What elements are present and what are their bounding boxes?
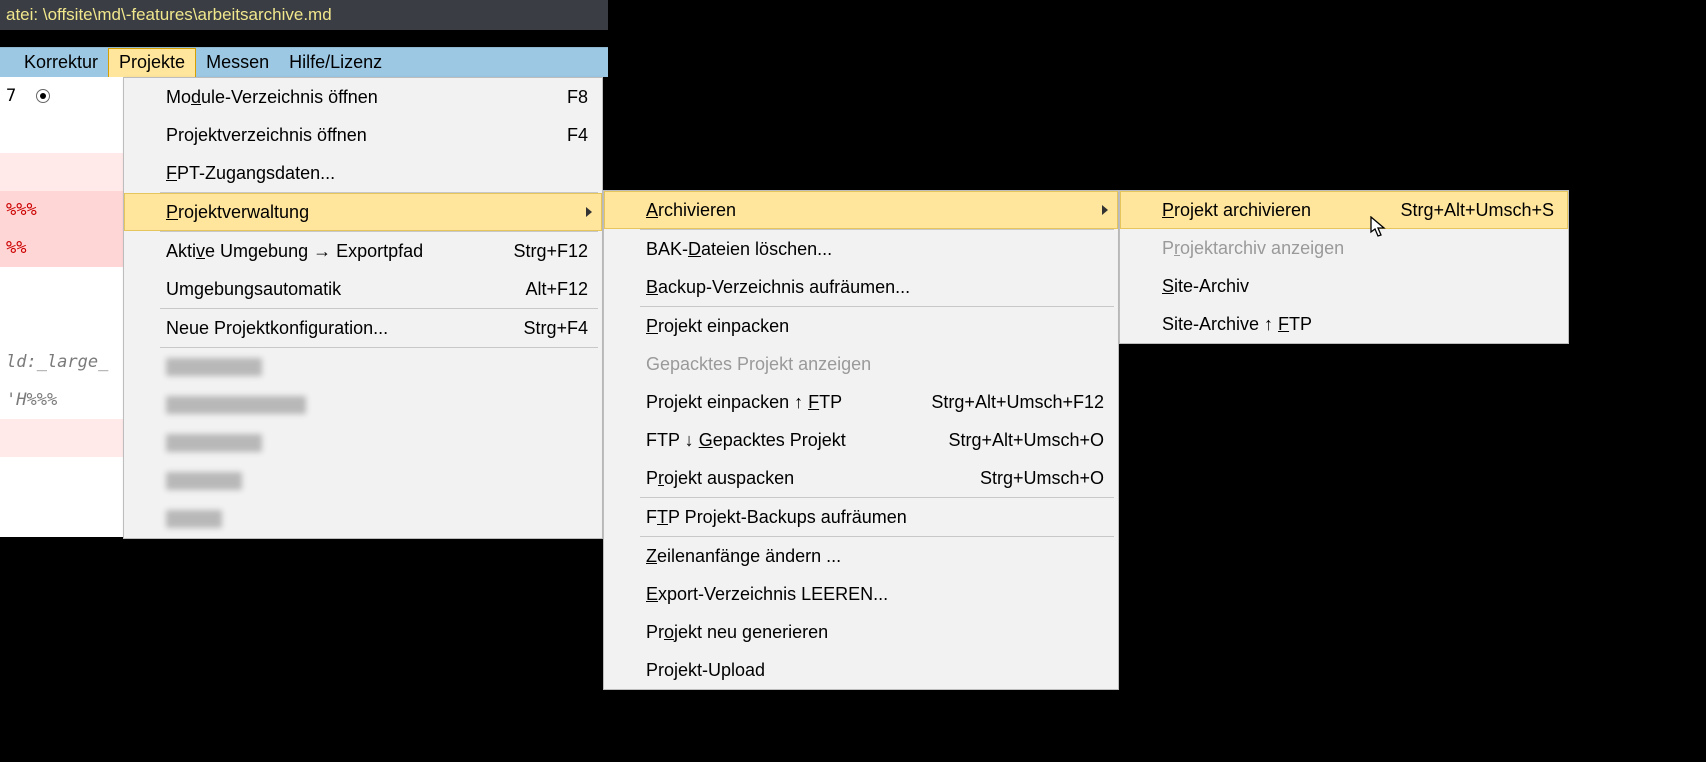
mi-umgebungsautomatik[interactable]: Umgebungsautomatik Alt+F12 <box>124 270 602 308</box>
menu-messen[interactable]: Messen <box>196 48 279 77</box>
dropdown-projektverwaltung: Archivieren BAK-Dateien löschen... Backu… <box>603 190 1119 690</box>
shortcut: F8 <box>547 87 588 108</box>
label: Projekt einpacken <box>646 316 1104 337</box>
menu-projekte[interactable]: Projekte <box>108 48 196 77</box>
label: Projekt-Upload <box>646 660 1104 681</box>
shortcut: Strg+Umsch+O <box>960 468 1104 489</box>
mi-module-verzeichnis[interactable]: Module-Verzeichnis öffnen F8 <box>124 78 602 116</box>
code-text: %%% <box>6 191 37 229</box>
label: Projekt archivieren <box>1162 200 1380 221</box>
menu-bar: Korrektur Projekte Messen Hilfe/Lizenz <box>0 47 608 77</box>
label: Projektarchiv anzeigen <box>1162 238 1554 259</box>
shortcut: F4 <box>547 125 588 146</box>
mi-zeilenanfaenge[interactable]: Zeilenanfänge ändern ... <box>604 537 1118 575</box>
mi-recent-blurred[interactable] <box>124 348 602 386</box>
shortcut: Strg+Alt+Umsch+S <box>1380 200 1554 221</box>
mi-projekt-auspacken[interactable]: Projekt auspacken Strg+Umsch+O <box>604 459 1118 497</box>
label: Archivieren <box>646 200 1104 221</box>
label: Projekt auspacken <box>646 468 960 489</box>
mi-site-archive-ftp[interactable]: Site-Archive ↑ FTP <box>1120 305 1568 343</box>
label: Projekt einpacken ↑ FTP <box>646 392 911 413</box>
shortcut: Strg+Alt+Umsch+F12 <box>911 392 1104 413</box>
mi-export-leeren[interactable]: Export-Verzeichnis LEEREN... <box>604 575 1118 613</box>
label: Umgebungsautomatik <box>166 279 505 300</box>
title-bar: atei: \offsite\md\-features\arbeitsarchi… <box>0 0 608 30</box>
menu-korrektur[interactable]: Korrektur <box>14 48 108 77</box>
mi-archivieren[interactable]: Archivieren <box>604 191 1118 229</box>
label: Gepacktes Projekt anzeigen <box>646 354 1104 375</box>
label: Projektverzeichnis öffnen <box>166 125 547 146</box>
shortcut: Alt+F12 <box>505 279 588 300</box>
label: Site-Archive ↑ FTP <box>1162 314 1554 335</box>
mi-bak-loeschen[interactable]: BAK-Dateien löschen... <box>604 230 1118 268</box>
mi-projekt-neu-generieren[interactable]: Projekt neu generieren <box>604 613 1118 651</box>
shortcut: Strg+F12 <box>493 241 588 262</box>
submenu-arrow-icon <box>586 207 592 217</box>
label: FPT-Zugangsdaten... <box>166 163 588 184</box>
mi-recent-blurred[interactable] <box>124 386 602 424</box>
mi-fpt-zugangsdaten[interactable]: FPT-Zugangsdaten... <box>124 154 602 192</box>
label: Site-Archiv <box>1162 276 1554 297</box>
shortcut: Strg+F4 <box>503 318 588 339</box>
mi-aktive-umgebung[interactable]: Aktive Umgebung → Exportpfad Strg+F12 <box>124 232 602 270</box>
mi-projekt-einpacken[interactable]: Projekt einpacken <box>604 307 1118 345</box>
mi-ftp-backups-aufraeumen[interactable]: FTP Projekt-Backups aufräumen <box>604 498 1118 536</box>
label: Zeilenanfänge ändern ... <box>646 546 1104 567</box>
radio-icon <box>36 89 50 103</box>
mi-recent-blurred[interactable] <box>124 500 602 538</box>
mi-backup-aufraeumen[interactable]: Backup-Verzeichnis aufräumen... <box>604 268 1118 306</box>
title-path: \offsite\md\-features\arbeitsarchive.md <box>43 5 332 24</box>
label: Backup-Verzeichnis aufräumen... <box>646 277 1104 298</box>
mi-einpacken-ftp[interactable]: Projekt einpacken ↑ FTP Strg+Alt+Umsch+F… <box>604 383 1118 421</box>
label: FTP ↓ Gepacktes Projekt <box>646 430 928 451</box>
mi-projektverwaltung[interactable]: Projektverwaltung <box>124 193 602 231</box>
shortcut: Strg+Alt+Umsch+O <box>928 430 1104 451</box>
code-text: ld:_large_ <box>6 343 108 381</box>
gutter-line-number: 7 <box>6 77 16 115</box>
dropdown-archivieren: Projekt archivieren Strg+Alt+Umsch+S Pro… <box>1119 190 1569 344</box>
label: BAK-Dateien löschen... <box>646 239 1104 260</box>
mi-projekt-archivieren[interactable]: Projekt archivieren Strg+Alt+Umsch+S <box>1120 191 1568 229</box>
mi-ftp-gepacktes[interactable]: FTP ↓ Gepacktes Projekt Strg+Alt+Umsch+O <box>604 421 1118 459</box>
label: Projektverwaltung <box>166 202 588 223</box>
mi-neue-projektkonfiguration[interactable]: Neue Projektkonfiguration... Strg+F4 <box>124 309 602 347</box>
mi-projekt-upload[interactable]: Projekt-Upload <box>604 651 1118 689</box>
label: FTP Projekt-Backups aufräumen <box>646 507 1104 528</box>
menu-hilfe[interactable]: Hilfe/Lizenz <box>279 48 392 77</box>
mi-recent-blurred[interactable] <box>124 424 602 462</box>
mi-projektverzeichnis[interactable]: Projektverzeichnis öffnen F4 <box>124 116 602 154</box>
label: Aktive Umgebung → Exportpfad <box>166 241 493 262</box>
submenu-arrow-icon <box>1102 205 1108 215</box>
title-prefix: atei: <box>6 5 43 24</box>
label: Module-Verzeichnis öffnen <box>166 87 547 108</box>
code-text: 'H%%% <box>6 381 57 419</box>
dropdown-projekte: Module-Verzeichnis öffnen F8 Projektverz… <box>123 77 603 539</box>
label: Export-Verzeichnis LEEREN... <box>646 584 1104 605</box>
mi-gepacktes-anzeigen: Gepacktes Projekt anzeigen <box>604 345 1118 383</box>
editor-area: 7 %%% %% ld:_large_ 'H%%% <box>0 77 123 537</box>
label: Neue Projektkonfiguration... <box>166 318 503 339</box>
mi-site-archiv[interactable]: Site-Archiv <box>1120 267 1568 305</box>
mi-recent-blurred[interactable] <box>124 462 602 500</box>
mi-projektarchiv-anzeigen: Projektarchiv anzeigen <box>1120 229 1568 267</box>
label: Projekt neu generieren <box>646 622 1104 643</box>
code-text: %% <box>6 229 26 267</box>
